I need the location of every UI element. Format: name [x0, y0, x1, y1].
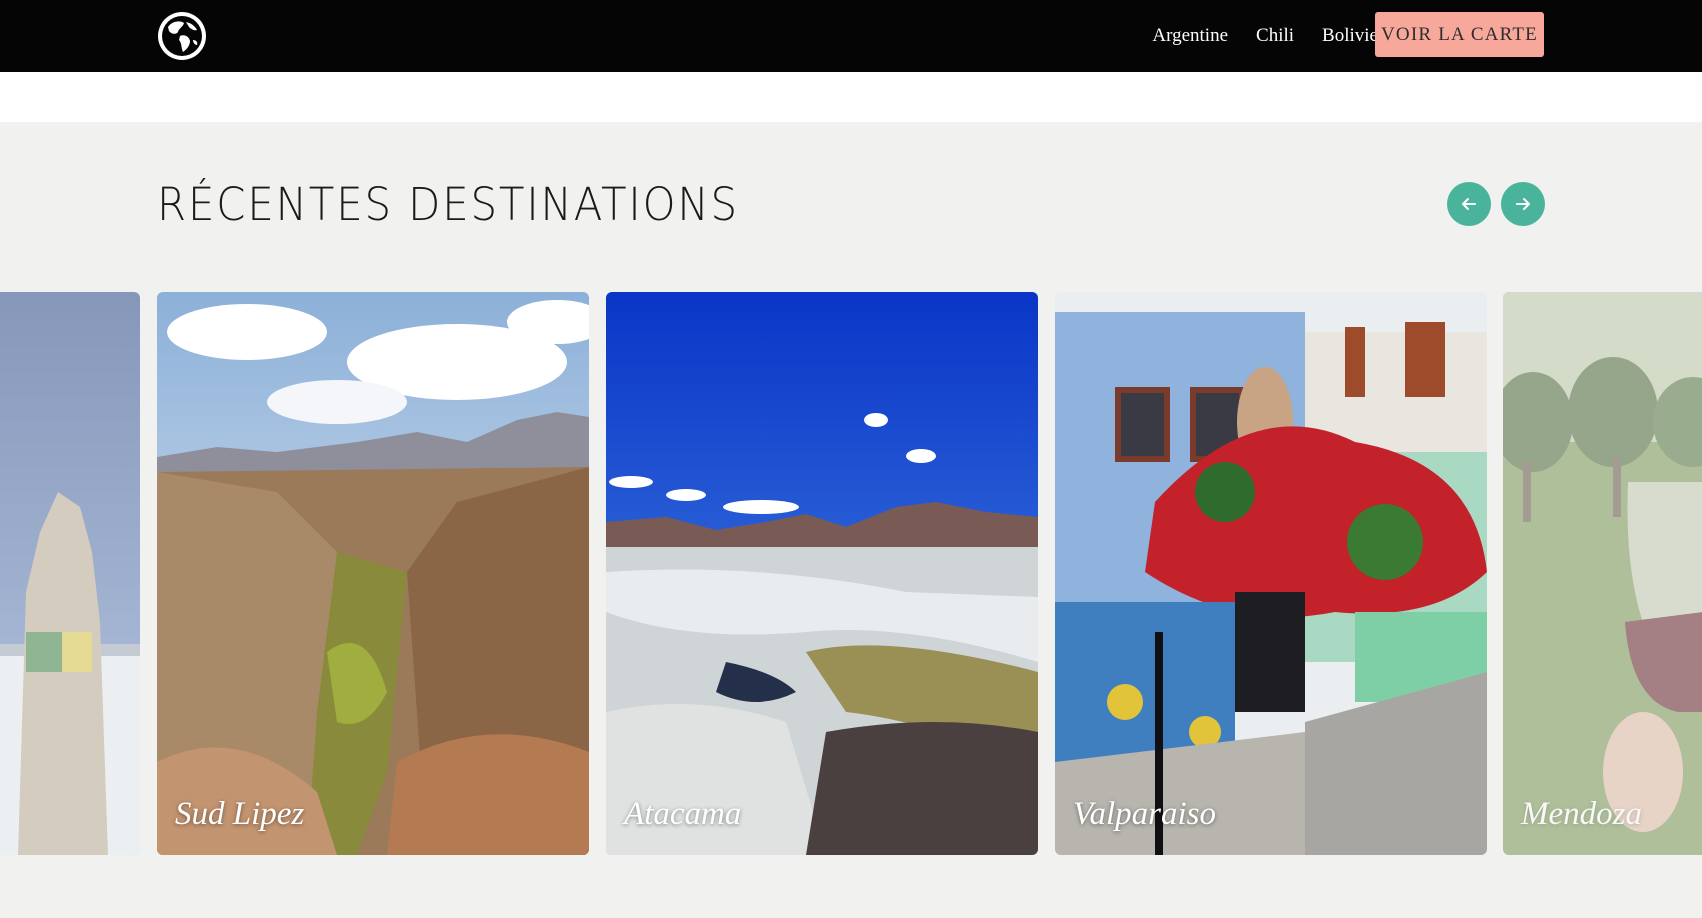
salt-flat-photo	[0, 292, 140, 855]
globe-icon[interactable]	[156, 10, 208, 62]
destination-name: Valparaiso	[1073, 796, 1217, 832]
carousel-next-button[interactable]	[1501, 182, 1545, 226]
nav-link-chili[interactable]: Chili	[1256, 25, 1294, 47]
destination-card-sud-lipez[interactable]: Sud Lipez	[157, 292, 589, 855]
arrow-right-icon	[1516, 198, 1530, 210]
destination-name: Atacama	[624, 796, 742, 832]
canyon-photo	[157, 292, 589, 855]
top-navbar: Argentine Chili Bolivie VOIR LA CARTE	[0, 0, 1702, 72]
destination-card-previous[interactable]	[0, 292, 140, 855]
nav-link-argentine[interactable]: Argentine	[1152, 25, 1228, 47]
destination-name: Mendoza	[1521, 796, 1642, 832]
header-spacer	[0, 72, 1702, 122]
nav-link-bolivie[interactable]: Bolivie	[1322, 25, 1378, 47]
colorful-house-photo	[1055, 292, 1487, 855]
desert-lagoon-photo	[606, 292, 1038, 855]
destination-card-mendoza[interactable]: Mendoza	[1503, 292, 1702, 855]
destination-card-valparaiso[interactable]: Valparaiso	[1055, 292, 1487, 855]
carousel-prev-button[interactable]	[1447, 182, 1491, 226]
arrow-left-icon	[1462, 198, 1476, 210]
main-nav: Argentine Chili Bolivie	[1152, 0, 1378, 72]
destination-card-atacama[interactable]: Atacama	[606, 292, 1038, 855]
view-map-button[interactable]: VOIR LA CARTE	[1375, 12, 1544, 57]
vineyard-wine-photo	[1503, 292, 1702, 855]
destination-name: Sud Lipez	[175, 796, 305, 832]
section-title: RÉCENTES DESTINATIONS	[157, 178, 739, 231]
